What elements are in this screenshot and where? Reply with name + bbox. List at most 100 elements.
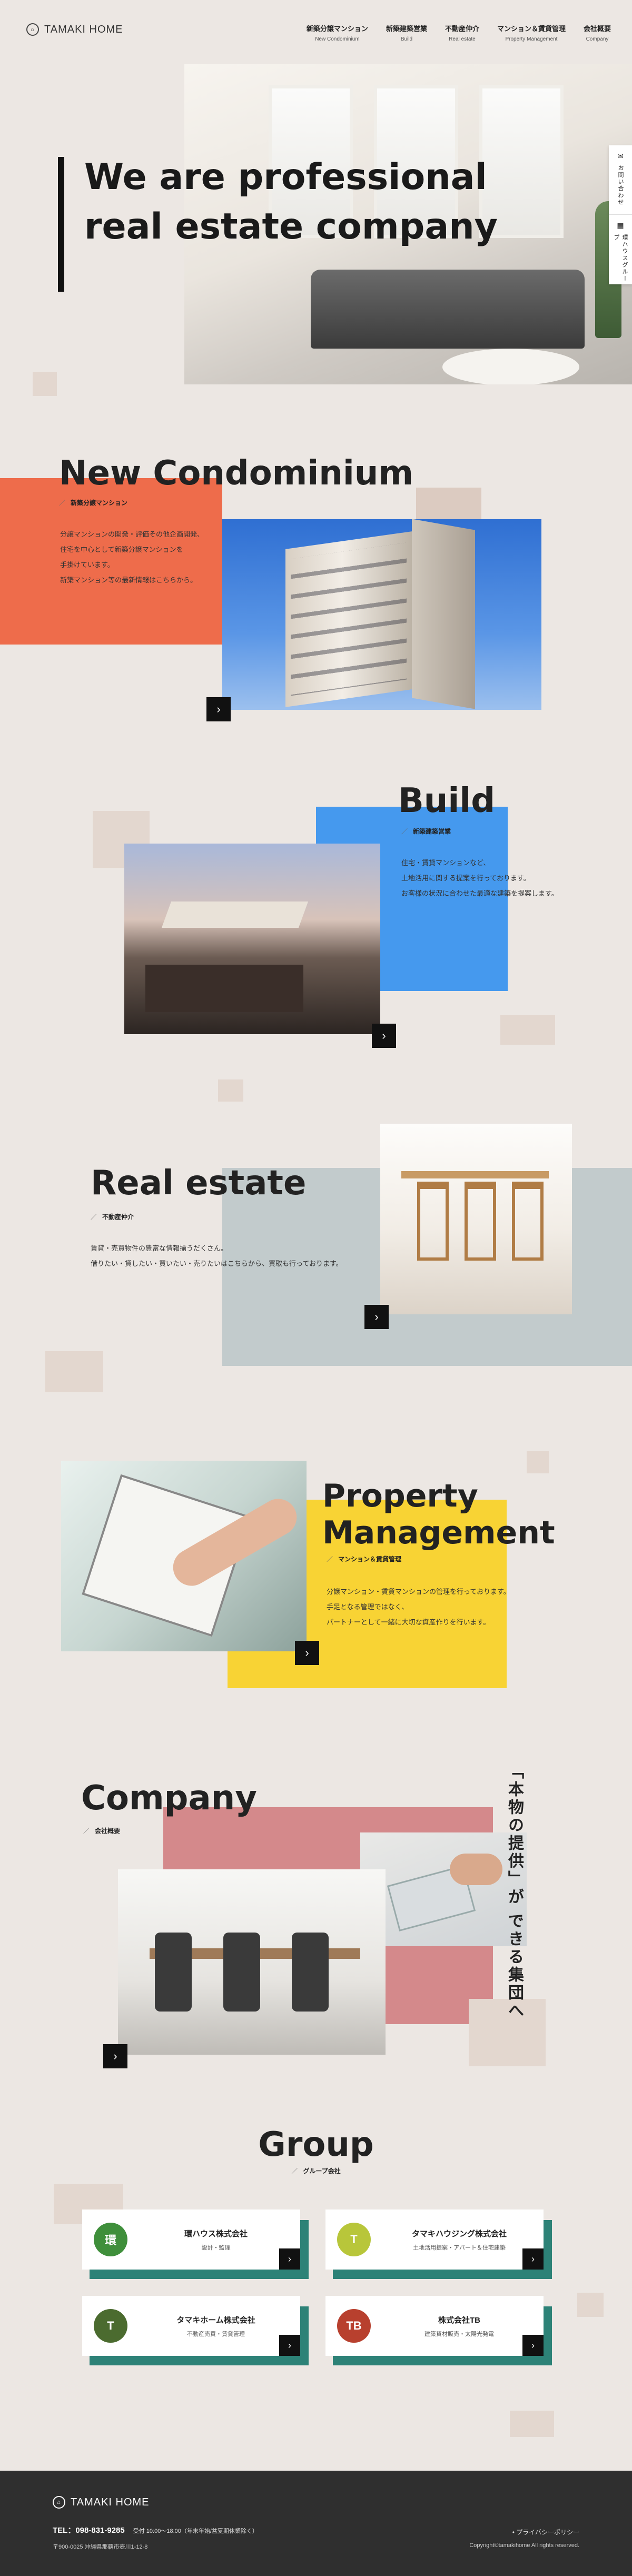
real-estate-subtitle-text: 不動産仲介: [102, 1213, 134, 1221]
nav-sublabel: Company: [586, 36, 609, 42]
company-business: 建築資材販売・太陽光発電: [424, 2331, 494, 2337]
group-subtitle-text: グループ会社: [303, 2167, 341, 2175]
slash-icon: ／: [91, 1213, 97, 1221]
hand-shape: [450, 1854, 502, 1885]
slash-icon: ／: [59, 499, 66, 507]
card-arrow-button[interactable]: ›: [279, 2248, 300, 2270]
group-card-tamaki-house[interactable]: 環 環ハウス株式会社 設計・監理 ›: [82, 2210, 300, 2270]
chair-shape: [465, 1182, 496, 1261]
company-subtitle-text: 会社概要: [95, 1827, 121, 1835]
company-name: タマキハウジング株式会社: [411, 2229, 507, 2238]
contact-tab-label: お問い合わせ: [617, 165, 624, 206]
text-line: 賃貸・売買物件の豊富な情報揃うだくさん。: [91, 1244, 228, 1252]
slash-icon: ／: [401, 828, 408, 835]
table-shape: [145, 965, 303, 1012]
footer-phone: TEL：098-831-9285 受付 10:00～18:00（年末年始/盆夏期休…: [53, 2524, 258, 2535]
card-text: タマキホーム株式会社 不動産売買・賃貸管理: [143, 2314, 289, 2338]
logo-mark-icon: ⌂: [53, 2496, 65, 2509]
nav-item-new-condominium[interactable]: 新築分譲マンション New Condominium: [307, 23, 368, 42]
contact-tab[interactable]: ✉ お問い合わせ: [609, 145, 632, 215]
company-more-button[interactable]: ›: [103, 2044, 127, 2068]
text-line: 借りたい・貸したい・買いたい・売りたいはこちらから、買取も行っております。: [91, 1260, 343, 1267]
condo-title: New Condominium: [59, 454, 414, 493]
text-line: 分譲マンションの開発・評価その他企画開発、: [60, 530, 204, 538]
build-subtitle: ／ 新築建築営業: [401, 827, 451, 836]
privacy-policy-link[interactable]: • プライバシーポリシー: [512, 2528, 579, 2537]
title-line: Property: [322, 1478, 478, 1514]
brand-name: TAMAKI HOME: [44, 23, 123, 35]
real-estate-subtitle: ／ 不動産仲介: [91, 1212, 134, 1221]
decor-square: [527, 1451, 549, 1473]
terrace-photo: [124, 844, 380, 1034]
dining-photo: [380, 1124, 572, 1314]
chair-shape: [417, 1182, 449, 1261]
card-text: 株式会社TB 建築資材販売・太陽光発電: [387, 2314, 532, 2338]
real-estate-more-button[interactable]: ›: [364, 1305, 389, 1329]
property-description: 分譲マンション・賃貸マンションの管理を行っております。 手足となる管理ではなく、…: [327, 1584, 548, 1630]
title-line: Management: [322, 1514, 555, 1551]
table-shape: [401, 1171, 549, 1178]
global-nav: 新築分譲マンション New Condominium 新築建築営業 Build 不動産…: [307, 23, 611, 42]
phone-number[interactable]: TEL：098-831-9285: [53, 2526, 125, 2535]
mail-icon: ✉: [617, 152, 624, 160]
decor-square: [416, 488, 481, 519]
company-title: Company: [81, 1779, 257, 1818]
hero-catchphrase: We are professional real estate company: [84, 156, 498, 247]
property-more-button[interactable]: ›: [295, 1641, 319, 1665]
nav-sublabel: Property Management: [505, 36, 558, 42]
slash-icon: ／: [291, 2167, 298, 2175]
catch-line: できる集団へ: [506, 1913, 523, 2020]
company-business: 土地活用提案・アパート＆住宅建築: [413, 2244, 506, 2251]
decor-square: [500, 1015, 555, 1045]
footer-address: 〒900-0025 沖縄県那覇市壺川1-12-8: [53, 2544, 148, 2550]
nav-label: マンション＆賃貸管理: [497, 25, 566, 33]
text-line: 新築マンション等の最新情報はこちらから。: [60, 576, 197, 584]
card-text: タマキハウジング株式会社 土地活用提案・アパート＆住宅建築: [387, 2228, 532, 2252]
group-card-tamaki-home[interactable]: T タマキホーム株式会社 不動産売買・賃貸管理 ›: [82, 2296, 300, 2356]
nav-item-real-estate[interactable]: 不動産仲介 Real estate: [445, 23, 479, 42]
company-name: 株式会社TB: [438, 2315, 480, 2325]
logo-mark-icon: ⌂: [26, 23, 39, 36]
condo-more-button[interactable]: ›: [206, 697, 231, 721]
nav-item-company[interactable]: 会社概要 Company: [584, 23, 611, 42]
property-subtitle: ／ マンション＆賃貸管理: [327, 1554, 401, 1563]
build-more-button[interactable]: ›: [372, 1024, 396, 1048]
side-tabs: ✉ お問い合わせ ▦ 環ハウスグループ: [609, 145, 632, 284]
nav-item-property-management[interactable]: マンション＆賃貸管理 Property Management: [497, 23, 566, 42]
copyright: Copyright©tamakihome All rights reserved…: [469, 2542, 579, 2549]
condo-description: 分譲マンションの開発・評価その他企画開発、 住宅を中心として新築分譲マンションを…: [60, 527, 218, 588]
building-windows: [291, 542, 407, 696]
decor-square: [510, 2411, 554, 2437]
group-card-tb[interactable]: TB 株式会社TB 建築資材販売・太陽光発電 ›: [325, 2296, 544, 2356]
card-text: 環ハウス株式会社 設計・監理: [143, 2228, 289, 2252]
group-card-tamaki-housing[interactable]: T タマキハウジング株式会社 土地活用提案・アパート＆住宅建築 ›: [325, 2210, 544, 2270]
building-shape: [412, 519, 475, 709]
card-arrow-button[interactable]: ›: [522, 2335, 544, 2356]
slash-icon: ／: [83, 1827, 90, 1835]
decor-square: [577, 2293, 604, 2317]
build-title: Build: [398, 781, 496, 820]
footer-brand-name: TAMAKI HOME: [71, 2496, 150, 2508]
text-line: パートナーとして一緒に大切な資産作りを行います。: [327, 1618, 490, 1626]
chair-shape: [155, 1933, 192, 2012]
company-logo-icon: TB: [337, 2309, 371, 2343]
group-tab[interactable]: ▦ 環ハウスグループ: [609, 215, 632, 284]
real-estate-title: Real estate: [91, 1164, 307, 1203]
company-name: 環ハウス株式会社: [184, 2229, 248, 2238]
footer-logo[interactable]: ⌂ TAMAKI HOME: [53, 2496, 150, 2509]
site-logo[interactable]: ⌂ TAMAKI HOME: [26, 23, 123, 36]
company-logo-icon: T: [94, 2309, 127, 2343]
nav-item-build[interactable]: 新築建築営業 Build: [386, 23, 427, 42]
company-logo-icon: 環: [94, 2223, 127, 2256]
condominium-photo: [222, 519, 541, 710]
text-line: 住宅を中心として新築分譲マンションを: [60, 546, 183, 553]
card-arrow-button[interactable]: ›: [522, 2248, 544, 2270]
text-line: 土地活用に関する提案を行っております。: [401, 874, 530, 882]
nav-label: 会社概要: [583, 25, 611, 33]
nav-sublabel: New Condominium: [315, 36, 360, 42]
group-subtitle: ／ グループ会社: [0, 2166, 632, 2175]
text-line: 分譲マンション・賃貸マンションの管理を行っております。: [327, 1588, 510, 1596]
nav-sublabel: Build: [400, 36, 413, 42]
clipboard-photo: [61, 1461, 307, 1651]
card-arrow-button[interactable]: ›: [279, 2335, 300, 2356]
